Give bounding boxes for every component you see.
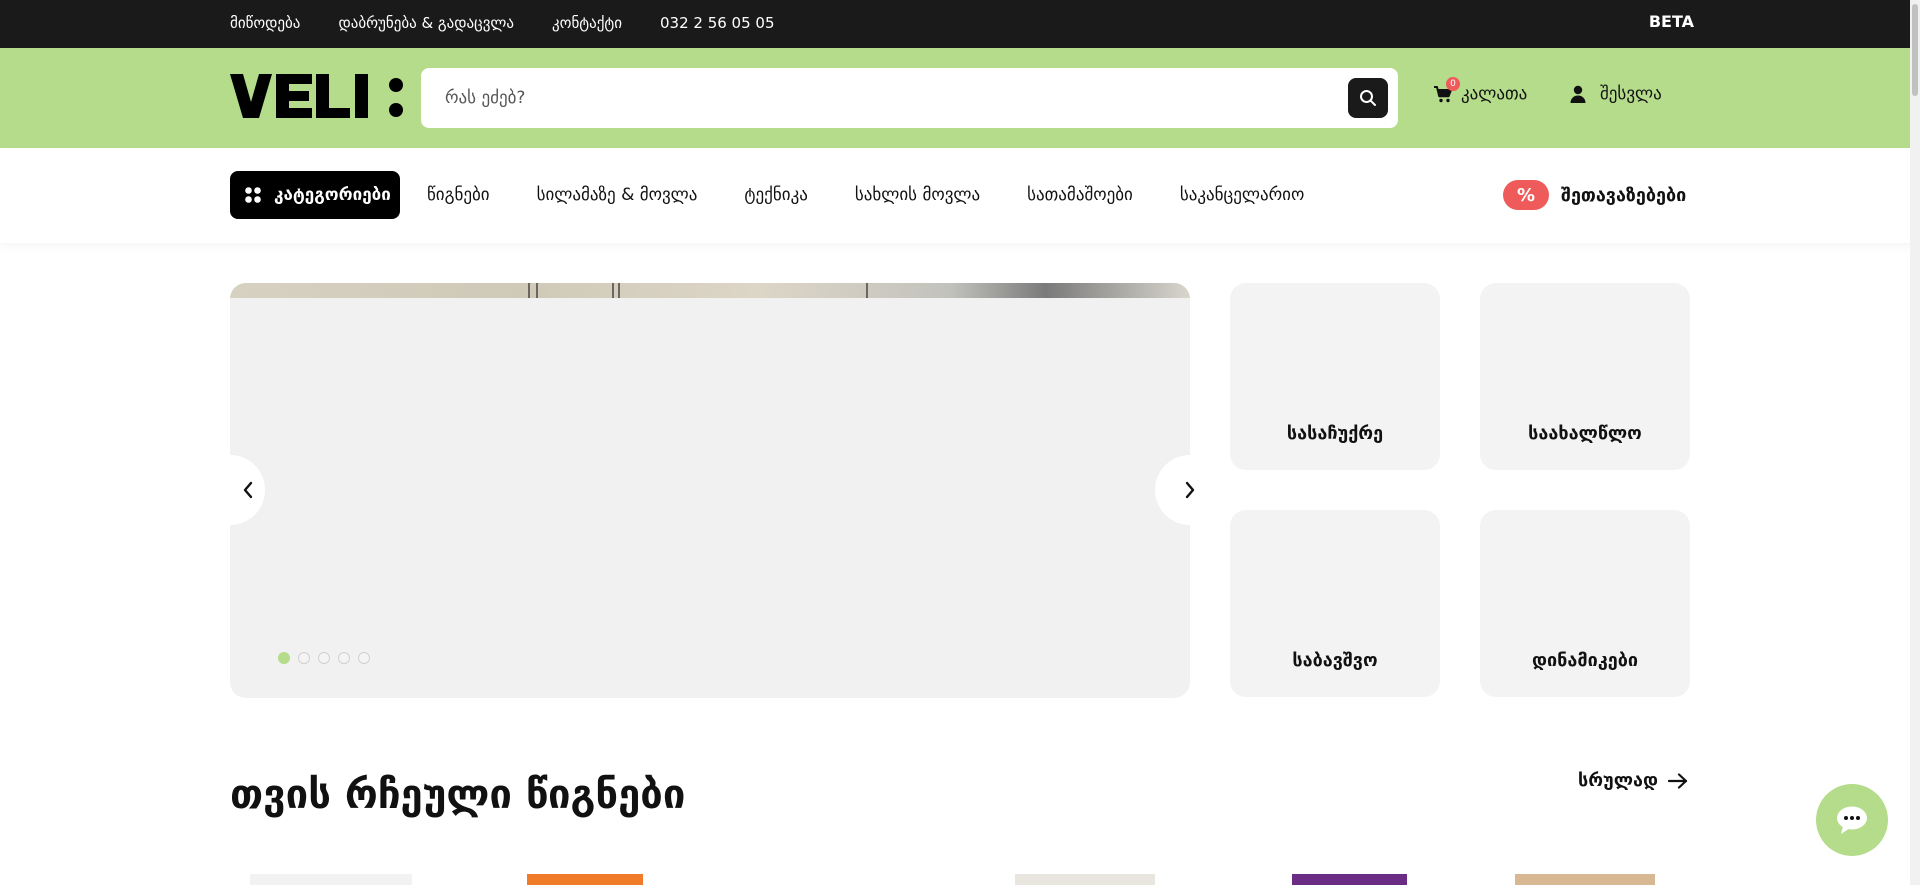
- chat-button[interactable]: [1816, 784, 1888, 856]
- slider-next-button[interactable]: [1155, 455, 1225, 525]
- nav-item-stationery[interactable]: საკანცელარიო: [1180, 185, 1304, 205]
- tile-gifts[interactable]: სასაჩუქრე: [1230, 283, 1440, 470]
- user-icon: [1570, 85, 1586, 103]
- tile-label: დინამიკები: [1531, 650, 1638, 671]
- see-all-link[interactable]: სრულად: [1578, 770, 1688, 791]
- book-cover[interactable]: [527, 874, 643, 885]
- chevron-right-icon: [1185, 481, 1195, 499]
- nav-item-books[interactable]: წიგნები: [427, 185, 490, 205]
- chevron-left-icon: [243, 481, 252, 499]
- arrow-right-icon: [1668, 772, 1688, 789]
- slider-dot[interactable]: [298, 652, 310, 664]
- search-input[interactable]: [445, 80, 1325, 116]
- cart-count-badge: 0: [1446, 77, 1460, 91]
- slider-dots: [278, 652, 370, 664]
- scrollbar-thumb[interactable]: [1912, 4, 1918, 96]
- top-links: მიწოდება დაბრუნება & გადაცვლა კონტაქტი 0…: [230, 0, 775, 46]
- nav-item-beauty[interactable]: სილამაზე & მოვლა: [537, 185, 698, 205]
- tile-speakers[interactable]: დინამიკები: [1480, 510, 1690, 697]
- categories-label: კატეგორიები: [274, 185, 391, 205]
- chat-icon: [1837, 806, 1867, 834]
- slider-dot[interactable]: [318, 652, 330, 664]
- tile-new-year[interactable]: საახალწლო: [1480, 283, 1690, 470]
- tile-label: საახალწლო: [1528, 423, 1642, 444]
- tile-kids[interactable]: საბავშვო: [1230, 510, 1440, 697]
- offers-label: შეთავაზებები: [1561, 184, 1687, 206]
- page: მიწოდება დაბრუნება & გადაცვლა კონტაქტი 0…: [0, 0, 1920, 885]
- nav-item-tech[interactable]: ტექნიკა: [744, 185, 807, 205]
- login-label: შესვლა: [1600, 84, 1662, 104]
- cart-label: კალათა: [1461, 84, 1528, 104]
- slider-dot[interactable]: [278, 652, 290, 664]
- top-link-phone[interactable]: 032 2 56 05 05: [660, 14, 775, 32]
- grid-icon: [245, 187, 261, 203]
- logo[interactable]: [230, 70, 408, 122]
- offers-link[interactable]: % შეთავაზებები: [1503, 180, 1686, 210]
- see-all-label: სრულად: [1578, 770, 1659, 791]
- beta-label: BETA: [1648, 12, 1694, 31]
- search-bar: [421, 68, 1398, 128]
- book-cover[interactable]: [250, 874, 412, 885]
- top-link-contact[interactable]: კონტაქტი: [552, 14, 622, 32]
- top-link-delivery[interactable]: მიწოდება: [230, 14, 300, 32]
- cart-icon-wrap: 0: [1433, 77, 1460, 104]
- top-bar: მიწოდება დაბრუნება & გადაცვლა კონტაქტი 0…: [0, 0, 1920, 48]
- book-cover[interactable]: [1292, 874, 1407, 885]
- book-cover[interactable]: [1015, 874, 1155, 885]
- nav-item-toys[interactable]: სათამაშოები: [1027, 185, 1133, 205]
- search-icon: [1360, 90, 1376, 106]
- search-button[interactable]: [1348, 78, 1388, 118]
- slider-dot[interactable]: [338, 652, 350, 664]
- tile-label: საბავშვო: [1292, 650, 1378, 671]
- section-title: თვის რჩეული წიგნები: [230, 772, 686, 818]
- slider-prev-button[interactable]: [230, 455, 265, 525]
- nav-item-home-care[interactable]: სახლის მოვლა: [855, 185, 980, 205]
- login-button[interactable]: შესვლა: [1570, 84, 1662, 104]
- main-nav: კატეგორიები წიგნები სილამაზე & მოვლა ტექ…: [0, 148, 1920, 243]
- hero-image-strip: [230, 283, 1190, 298]
- header: 0 კალათა შესვლა: [0, 48, 1920, 148]
- offers-percent-badge: %: [1503, 180, 1549, 210]
- book-cover[interactable]: [1515, 874, 1655, 885]
- cart-button[interactable]: 0 კალათა: [1433, 77, 1528, 104]
- categories-button[interactable]: კატეგორიები: [230, 171, 400, 219]
- tile-label: სასაჩუქრე: [1286, 423, 1384, 444]
- nav-items: წიგნები სილამაზე & მოვლა ტექნიკა სახლის …: [427, 171, 1304, 219]
- page-scrollbar[interactable]: [1910, 0, 1920, 885]
- slider-dot[interactable]: [358, 652, 370, 664]
- top-link-returns[interactable]: დაბრუნება & გადაცვლა: [338, 14, 514, 32]
- hero-slider[interactable]: [230, 283, 1190, 698]
